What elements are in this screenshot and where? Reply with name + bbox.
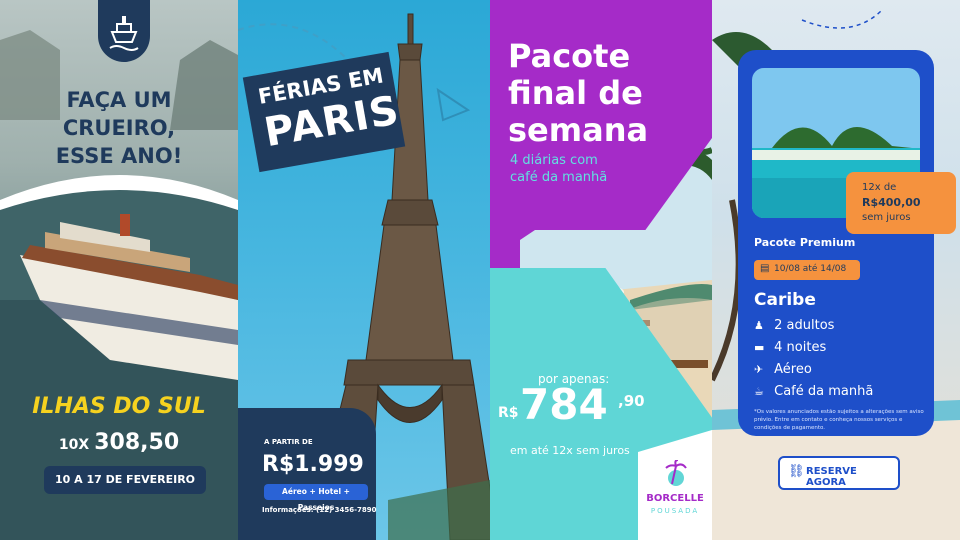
feature-row: ♟ 2 adultos [754, 318, 924, 340]
weekend-title-1: Pacote [508, 37, 631, 75]
link-icon: ⛓ [788, 464, 805, 479]
weekend-price-int: 784 [520, 380, 608, 429]
caribe-destination: Caribe [754, 290, 816, 310]
weekend-title-2: final de [508, 74, 643, 112]
caribe-disclaimer: *Os valores anunciados estão sujeitos a … [754, 409, 924, 431]
caribe-installment-value: R$400,00 [862, 196, 921, 209]
caribe-ad-panel: Pacote Premium ▤ 10/08 até 14/08 Caribe … [712, 0, 960, 540]
weekend-subtitle: 4 diárias com café da manhã [510, 152, 607, 186]
feature-label: 2 adultos [774, 318, 835, 333]
cruise-installments: 10X [58, 437, 90, 453]
feature-row: ✈ Aéreo [754, 362, 924, 384]
caribe-price-badge: 12x de R$400,00 sem juros [846, 172, 956, 234]
feature-label: Aéreo [774, 362, 812, 377]
weekend-subtitle-2: café da manhã [510, 170, 608, 185]
reserve-button-label: RESERVE AGORA [806, 466, 857, 488]
paris-ad-panel: FÉRIAS EM PARIS A PARTIR DE R$1.999 Aére… [238, 0, 490, 540]
weekend-title-3: semana [508, 111, 649, 149]
ship-icon-badge [98, 0, 150, 62]
paris-price-box: A PARTIR DE R$1.999 Aéreo + Hotel + Pass… [238, 408, 376, 540]
plane-icon: ✈ [754, 363, 764, 376]
cruise-background [0, 30, 238, 540]
weekend-title: Pacote final de semana [508, 38, 648, 149]
cruise-headline-2: CRUEIRO, [62, 116, 176, 140]
paris-includes-badge: Aéreo + Hotel + Passeios [264, 484, 368, 512]
caribe-no-interest: sem juros [862, 212, 911, 223]
cruise-headline-3: ESSE ANO! [55, 144, 183, 168]
paris-from-label: A PARTIR DE [264, 438, 313, 446]
feature-label: Café da manhã [774, 384, 874, 399]
feature-row: ▬ 4 noites [754, 340, 924, 362]
caribe-features: ♟ 2 adultos ▬ 4 noites ✈ Aéreo ☕ Café da… [754, 318, 924, 406]
feature-row: ☕ Café da manhã [754, 384, 924, 406]
cruise-destination: ILHAS DO SUL [32, 394, 206, 419]
borcelle-brand: BORCELLE [646, 493, 704, 504]
caribe-installments-label: 12x de [862, 182, 897, 193]
cruise-price: 10X 308,50 [0, 430, 238, 455]
weekend-ad-panel: Pacote final de semana 4 diárias com caf… [490, 0, 712, 540]
bed-icon: ▬ [754, 341, 765, 354]
cruise-headline-1: FAÇA UM [66, 88, 172, 112]
cruise-ad-panel: FAÇA UM CRUEIRO, ESSE ANO! ILHAS DO SUL … [0, 0, 238, 540]
weekend-installments: em até 12x sem juros [510, 444, 630, 457]
people-icon: ♟ [754, 319, 764, 332]
caribe-dates: 10/08 até 14/08 [774, 264, 847, 274]
palm-logo-icon [665, 460, 687, 486]
weekend-price-cents: ,90 [618, 392, 645, 410]
ship-icon [109, 16, 139, 51]
caribe-dates-badge: ▤ 10/08 até 14/08 [754, 260, 860, 280]
cruise-price-value: 308,50 [94, 430, 180, 455]
borcelle-brand-sub: POUSADA [650, 507, 700, 515]
caribe-card: Pacote Premium ▤ 10/08 até 14/08 Caribe … [738, 50, 934, 436]
caribe-package: Pacote Premium [754, 236, 856, 249]
weekend-currency: R$ [498, 405, 519, 421]
paris-info: Informações: (12) 3456-7890 [262, 506, 377, 514]
feature-label: 4 noites [774, 340, 827, 355]
coffee-icon: ☕ [754, 385, 764, 398]
reserve-button[interactable]: ⛓ RESERVE AGORA [778, 456, 900, 490]
weekend-subtitle-1: 4 diárias com [510, 153, 598, 168]
paris-price: R$1.999 [262, 452, 364, 477]
cruise-dates-badge: 10 A 17 DE FEVEREIRO [44, 466, 206, 494]
calendar-icon: ▤ [760, 263, 770, 274]
